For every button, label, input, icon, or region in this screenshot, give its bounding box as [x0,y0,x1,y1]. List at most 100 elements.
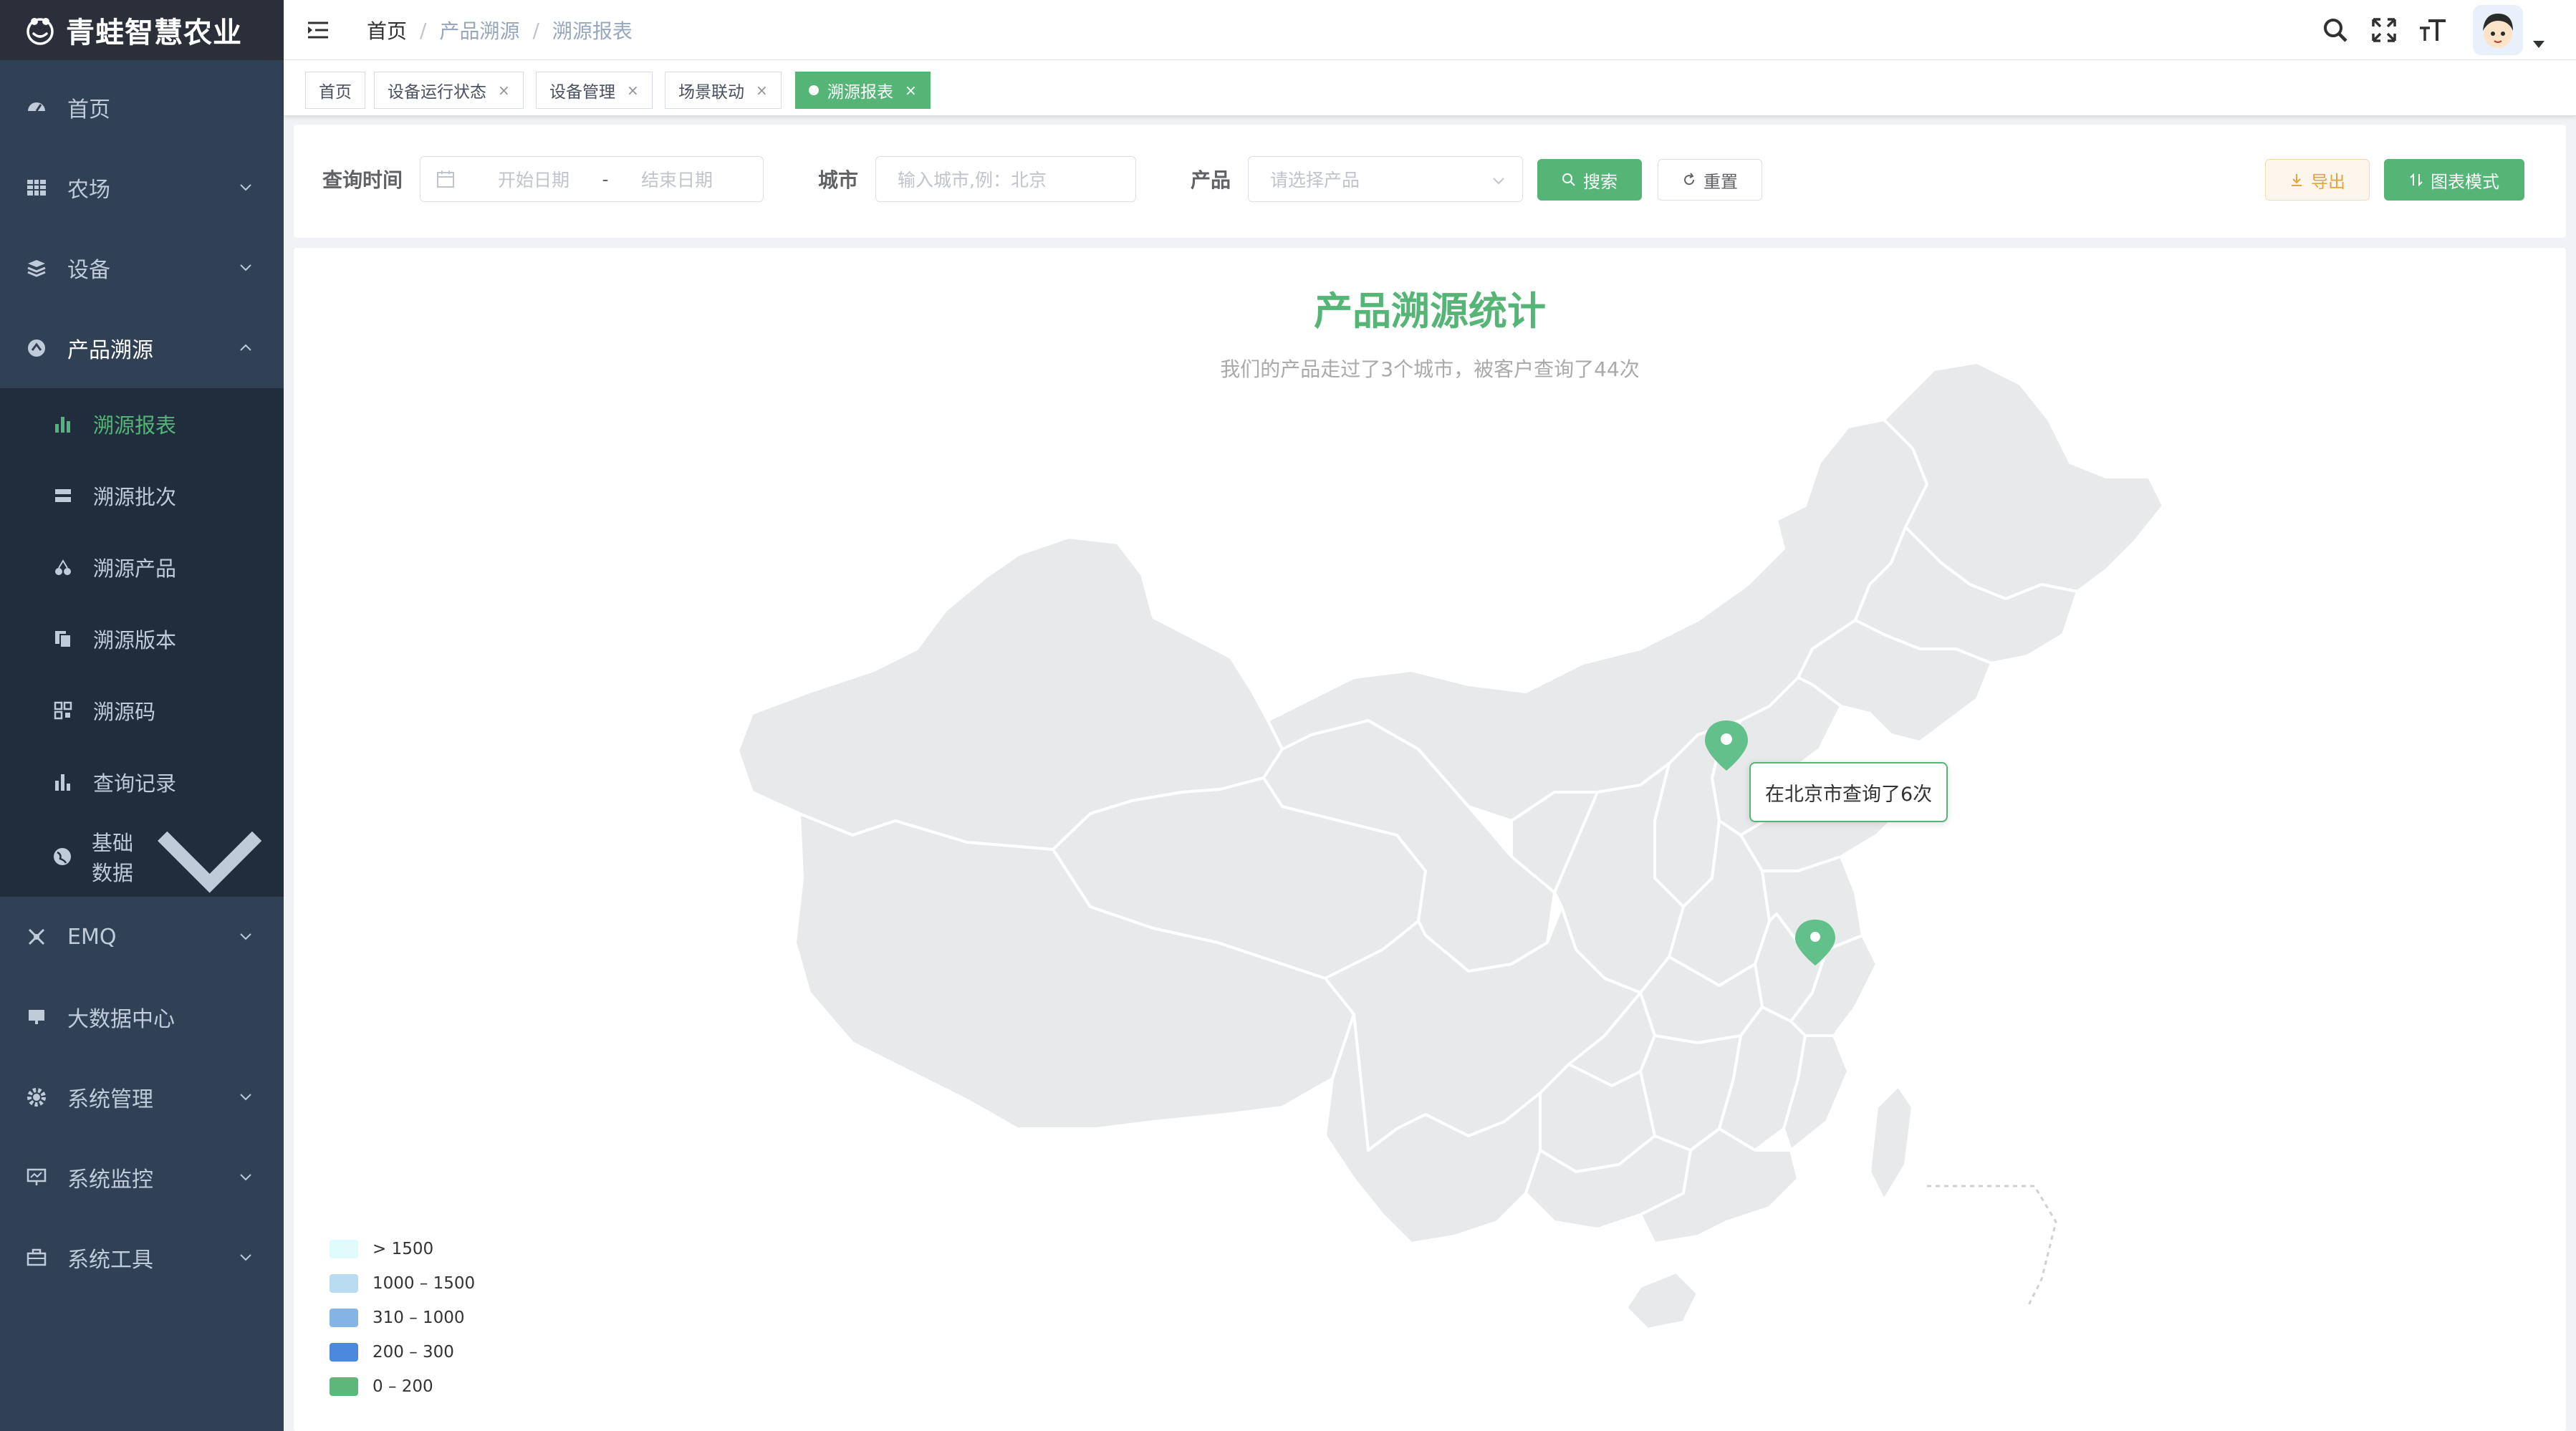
sidebar-item-label: 产品溯源 [67,338,153,363]
sidebar-item-label: 溯源报表 [93,413,177,438]
sidebar-item-label: 系统监控 [67,1167,153,1192]
sidebar-item-trace-product[interactable]: 溯源产品 [0,531,284,603]
frog-logo-icon [27,18,54,45]
sidebar-item-label: 系统工具 [67,1248,153,1273]
chevron-down-icon [240,1254,251,1261]
network-icon [24,925,49,949]
map-legend: > 1500 1000 – 1500 310 – 1000 200 – 300 … [330,1232,475,1404]
chevron-down-icon [240,184,251,191]
chevron-down-icon [240,933,251,940]
sidebar-item-label: 首页 [67,97,110,122]
legend-item[interactable]: 0 – 200 [330,1369,475,1404]
trace-icon [24,336,49,360]
sidebar-item-label: 设备 [67,258,110,283]
legend-item[interactable]: > 1500 [330,1232,475,1266]
breadcrumb: 首页 / 产品溯源 / 溯源报表 [367,16,633,44]
chevron-down-icon [1493,178,1504,185]
sidebar-item-home[interactable]: 首页 [0,67,284,148]
sidebar-item-label: 溯源产品 [93,556,177,581]
legend-item[interactable]: 310 – 1000 [330,1301,475,1335]
active-dot-icon [809,85,819,95]
reset-button[interactable]: 重置 [1658,159,1762,201]
map-tooltip: 在北京市查询了6次 [1749,762,1948,822]
qrcode-icon [52,699,75,722]
sidebar-item-label: 溯源版本 [93,628,177,652]
sidebar-item-trace-code[interactable]: 溯源码 [0,675,284,746]
sidebar-item-system-monitor[interactable]: 系统监控 [0,1137,284,1218]
gear-icon [24,1085,49,1109]
query-time-label: 查询时间 [322,168,403,192]
sidebar-item-system-tools[interactable]: 系统工具 [0,1218,284,1298]
fullscreen-icon[interactable] [2370,16,2398,44]
sidebar-item-label: 溯源码 [93,700,156,724]
close-icon[interactable]: × [627,82,639,99]
screen-icon [24,1005,49,1029]
sidebar-item-label: EMQ [67,924,117,950]
map-card: 产品溯源统计 我们的产品走过了3个城市，被客户查询了44次 在北京市查询了6次 … [294,248,2566,1431]
table-icon [24,175,49,200]
sidebar-item-system-manage[interactable]: 系统管理 [0,1057,284,1137]
sidebar-item-label: 溯源批次 [93,485,177,509]
sidebar-item-label: 系统管理 [67,1087,153,1112]
sidebar: 青蛙智慧农业 首页 农场 设备 产品溯源 溯源报表 溯源批次 溯源产品 溯源版本… [0,0,284,1431]
tag-home[interactable]: 首页 [305,72,365,109]
sidebar-item-bigdata[interactable]: 大数据中心 [0,977,284,1057]
calendar-icon [437,170,454,188]
export-button[interactable]: 导出 [2265,159,2370,201]
chevron-down-icon [240,1174,251,1181]
legend-item[interactable]: 200 – 300 [330,1335,475,1369]
region-hainan[interactable] [1625,1271,1699,1331]
sidebar-item-device[interactable]: 设备 [0,228,284,308]
chevron-down-icon [240,264,251,271]
chart-mode-button[interactable]: 图表模式 [2384,159,2524,201]
font-size-icon[interactable] [2418,16,2447,44]
sidebar-item-trace-batch[interactable]: 溯源批次 [0,460,284,531]
refresh-icon [1682,173,1696,187]
end-date-input[interactable]: 结束日期 [627,166,727,192]
close-icon[interactable]: × [498,82,510,99]
sidebar-item-trace-version[interactable]: 溯源版本 [0,603,284,675]
legend-swatch [330,1309,358,1327]
range-separator: - [602,168,609,190]
close-icon[interactable]: × [756,82,768,99]
breadcrumb-product-trace: 产品溯源 [439,19,520,43]
download-icon [2289,173,2304,187]
close-icon[interactable]: × [905,82,917,99]
toolbox-icon [24,1246,49,1270]
sidebar-item-trace-report[interactable]: 溯源报表 [0,388,284,460]
tag-device-manage[interactable]: 设备管理 × [536,72,653,109]
sidebar-item-product-trace[interactable]: 产品溯源 [0,308,284,388]
product-label: 产品 [1191,168,1231,192]
sidebar-item-basic-data[interactable]: 基础数据 [0,821,284,894]
search-button[interactable]: 搜索 [1537,159,1642,201]
caret-down-icon[interactable] [2533,41,2544,48]
search-icon [1562,173,1576,187]
globe-icon [52,845,73,868]
date-range-picker[interactable]: 开始日期 - 结束日期 [420,156,764,202]
server-icon [52,484,75,507]
legend-swatch [330,1343,358,1362]
region-taiwan[interactable] [1868,1084,1914,1202]
bar-chart-icon [52,413,75,435]
breadcrumb-home[interactable]: 首页 [367,16,407,44]
tag-trace-report[interactable]: 溯源报表 × [795,72,931,109]
chevron-up-icon [240,344,251,351]
avatar[interactable] [2473,5,2523,55]
hamburger-icon[interactable] [305,17,331,43]
tag-device-status[interactable]: 设备运行状态 × [374,72,524,109]
navbar-actions [2301,0,2544,60]
tags-view: 首页 设备运行状态 × 设备管理 × 场景联动 × 溯源报表 × [284,60,2576,116]
legend-item[interactable]: 1000 – 1500 [330,1266,475,1301]
tag-scene-linkage[interactable]: 场景联动 × [665,72,782,109]
start-date-input[interactable]: 开始日期 [484,166,584,192]
sidebar-item-farm[interactable]: 农场 [0,148,284,228]
layers-icon [24,256,49,280]
sidebar-item-emq[interactable]: EMQ [0,897,284,977]
product-select[interactable]: 请选择产品 [1248,156,1523,202]
logo[interactable]: 青蛙智慧农业 [0,0,284,60]
copy-icon [52,627,75,650]
search-icon[interactable] [2321,16,2350,44]
china-map[interactable] [294,248,2566,1431]
city-input[interactable]: 输入城市,例：北京 [875,156,1136,202]
sidebar-item-label: 大数据中心 [67,1007,175,1032]
